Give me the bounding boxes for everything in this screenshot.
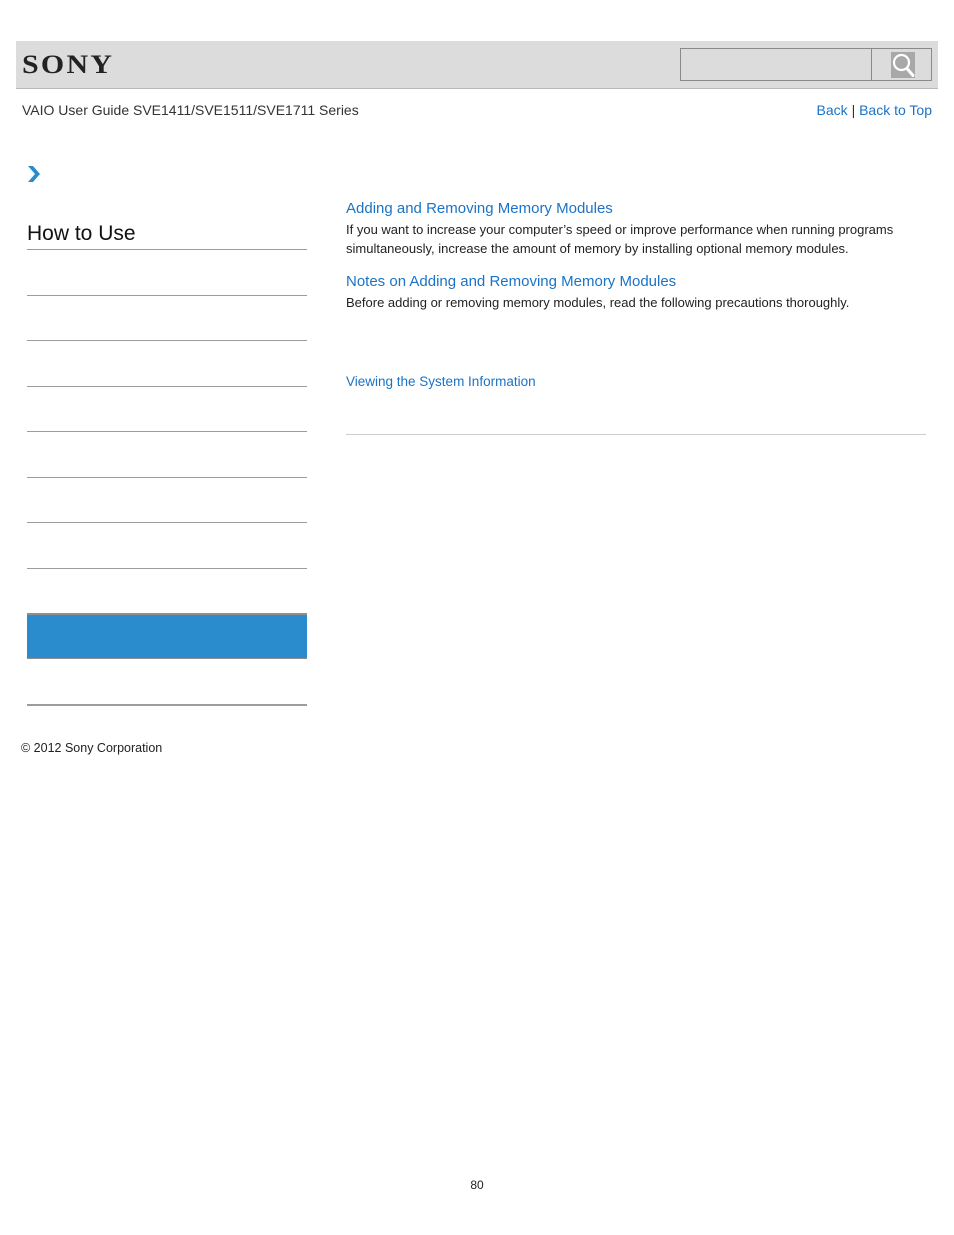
chevron-right-icon[interactable] [27,165,41,183]
back-link[interactable]: Back [817,102,848,118]
guide-title: VAIO User Guide SVE1411/SVE1511/SVE1711 … [22,102,359,118]
main-content: Adding and Removing Memory Modules If yo… [346,200,926,391]
related-topics: Viewing the System Information [346,373,926,391]
search-icon [891,52,915,78]
copyright: © 2012 Sony Corporation [21,741,163,755]
sidebar-item-active[interactable] [27,613,307,659]
sidebar-item[interactable] [27,432,307,477]
sidebar-item[interactable] [27,660,307,704]
sidebar-divider [27,568,307,569]
sidebar-item[interactable] [27,523,307,568]
content-divider [346,434,926,435]
section-notes: Notes on Adding and Removing Memory Modu… [346,273,926,313]
sony-logo[interactable]: SONY [22,50,114,80]
back-to-top-link[interactable]: Back to Top [859,102,932,118]
sidebar-item[interactable] [27,478,307,522]
sidebar-title: How to Use [27,222,136,245]
section-description: Before adding or removing memory modules… [346,295,850,310]
notes-memory-link[interactable]: Notes on Adding and Removing Memory Modu… [346,273,676,290]
sidebar-item[interactable] [27,387,307,431]
search-box [680,48,932,81]
search-button[interactable] [871,49,931,80]
sidebar-item[interactable] [27,296,307,340]
search-input[interactable] [681,49,879,80]
sidebar-divider [27,704,307,706]
viewing-system-information-link[interactable]: Viewing the System Information [346,374,536,389]
sidebar-item[interactable] [27,341,307,386]
link-separator: | [851,102,856,118]
adding-removing-memory-link[interactable]: Adding and Removing Memory Modules [346,200,613,217]
section-description: If you want to increase your computer’s … [346,222,894,256]
page-number: 80 [470,1178,484,1192]
section-adding-removing: Adding and Removing Memory Modules If yo… [346,200,926,258]
sidebar-item[interactable] [27,250,307,295]
top-links: Back | Back to Top [817,102,932,118]
header-bar: SONY [16,41,938,89]
